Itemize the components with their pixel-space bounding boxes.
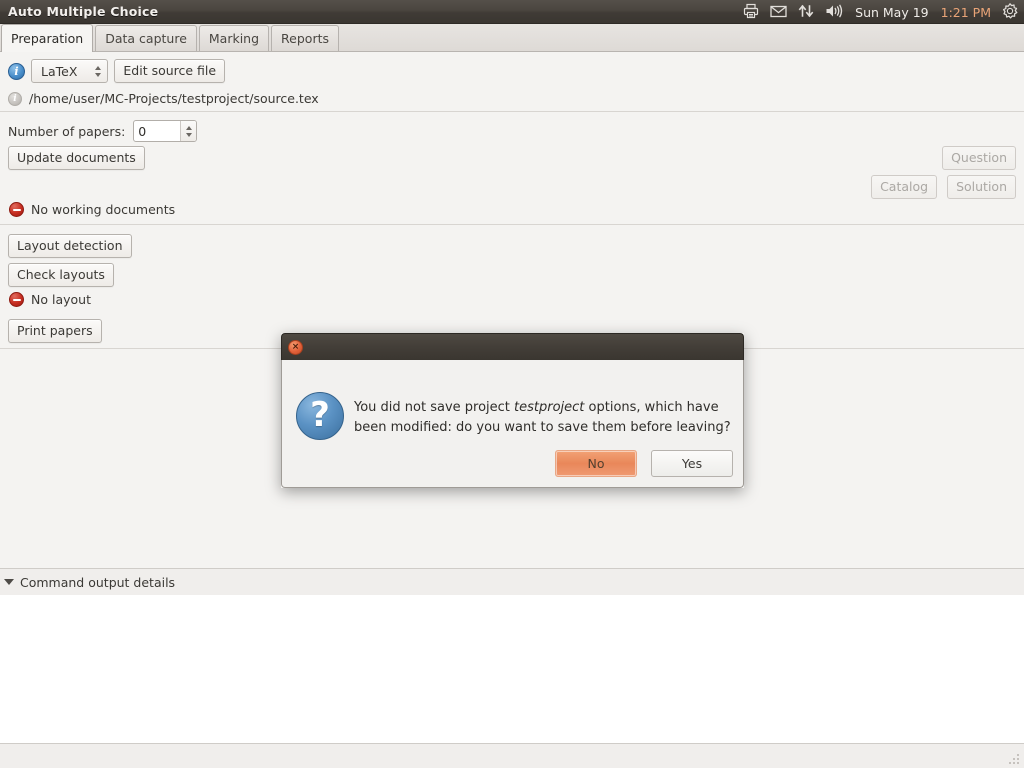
spinner-up-icon[interactable] bbox=[185, 125, 192, 130]
check-layouts-row: Check layouts bbox=[8, 263, 114, 287]
tabbar-filler bbox=[341, 25, 1024, 51]
no-button[interactable]: No bbox=[555, 450, 637, 477]
check-layouts-button[interactable]: Check layouts bbox=[8, 263, 114, 287]
preparation-panel: i LaTeX Edit source file i /home/user/MC… bbox=[0, 52, 1024, 568]
window-title: Auto Multiple Choice bbox=[8, 4, 159, 19]
layout-detection-button[interactable]: Layout detection bbox=[8, 234, 132, 258]
main-tabbar: Preparation Data capture Marking Reports bbox=[0, 24, 1024, 52]
resize-grip-icon[interactable] bbox=[1005, 750, 1021, 766]
dialog-message-project: testproject bbox=[514, 400, 585, 415]
edit-source-file-button[interactable]: Edit source file bbox=[114, 59, 226, 83]
tab-preparation[interactable]: Preparation bbox=[1, 24, 94, 52]
papers-spinner[interactable] bbox=[133, 120, 198, 142]
yes-button[interactable]: Yes bbox=[651, 450, 733, 477]
tab-marking[interactable]: Marking bbox=[198, 25, 270, 51]
print-papers-row: Print papers bbox=[8, 319, 102, 343]
source-path-label: /home/user/MC-Projects/testproject/sourc… bbox=[29, 91, 319, 106]
source-format-row: i LaTeX Edit source file bbox=[8, 59, 226, 83]
print-papers-button[interactable]: Print papers bbox=[8, 319, 102, 343]
update-documents-row: Update documents bbox=[8, 146, 145, 170]
layout-status-label: No layout bbox=[31, 292, 91, 307]
status-bar bbox=[0, 743, 1024, 768]
printer-icon[interactable] bbox=[743, 3, 759, 22]
tray-time[interactable]: 1:21 PM bbox=[941, 5, 991, 20]
question-button[interactable]: Question bbox=[942, 146, 1016, 170]
window-titlebar: Auto Multiple Choice Sun May 19 1:21 PM bbox=[0, 0, 1024, 24]
source-format-value: LaTeX bbox=[41, 63, 78, 79]
catalog-button[interactable]: Catalog bbox=[871, 175, 938, 199]
tray-date[interactable]: Sun May 19 bbox=[854, 5, 929, 20]
question-button-row: Question bbox=[942, 146, 1016, 170]
triangle-down-icon[interactable] bbox=[4, 579, 14, 585]
source-path-row: i /home/user/MC-Projects/testproject/sou… bbox=[8, 91, 319, 106]
mail-icon[interactable] bbox=[770, 3, 787, 22]
tab-data-capture[interactable]: Data capture bbox=[95, 25, 197, 51]
source-format-select[interactable]: LaTeX bbox=[31, 59, 109, 83]
no-entry-icon bbox=[9, 292, 24, 307]
application-window: Auto Multiple Choice Sun May 19 1:21 PM … bbox=[0, 0, 1024, 768]
no-entry-icon bbox=[9, 202, 24, 217]
solution-button[interactable]: Solution bbox=[947, 175, 1016, 199]
update-documents-button[interactable]: Update documents bbox=[8, 146, 145, 170]
spinner-down-icon[interactable] bbox=[185, 132, 192, 137]
papers-row: Number of papers: bbox=[8, 120, 198, 142]
layout-status-row: No layout bbox=[9, 292, 91, 307]
volume-icon[interactable] bbox=[825, 3, 843, 22]
working-documents-status-row: No working documents bbox=[9, 202, 175, 217]
command-output-expander[interactable]: Command output details bbox=[0, 568, 1024, 595]
catalog-solution-row: Catalog Solution bbox=[871, 175, 1016, 199]
info-small-icon: i bbox=[8, 91, 22, 106]
network-icon[interactable] bbox=[798, 3, 814, 22]
dialog-message-part1: You did not save project bbox=[354, 400, 515, 415]
dialog-message: You did not save project testproject opt… bbox=[354, 398, 734, 438]
question-icon: ? bbox=[296, 392, 344, 440]
working-documents-status-label: No working documents bbox=[31, 202, 176, 217]
close-icon[interactable]: × bbox=[288, 339, 303, 355]
tab-reports[interactable]: Reports bbox=[271, 25, 339, 51]
dialog-body: ? You did not save project testproject o… bbox=[281, 360, 744, 488]
papers-input[interactable] bbox=[134, 121, 181, 141]
papers-label: Number of papers: bbox=[8, 123, 126, 139]
separator-2 bbox=[0, 224, 1024, 225]
command-output-label: Command output details bbox=[20, 574, 176, 590]
chevron-updown-icon bbox=[95, 65, 102, 77]
system-tray: Sun May 19 1:21 PM bbox=[743, 0, 1018, 24]
papers-spinner-buttons[interactable] bbox=[180, 121, 197, 141]
dialog-titlebar: × bbox=[281, 333, 744, 360]
power-gear-icon[interactable] bbox=[1002, 2, 1018, 22]
separator-1 bbox=[0, 111, 1024, 112]
dialog-buttons: No Yes bbox=[555, 450, 733, 477]
layout-detection-row: Layout detection bbox=[8, 234, 132, 258]
save-options-dialog: × ? You did not save project testproject… bbox=[281, 333, 744, 488]
info-icon[interactable]: i bbox=[8, 62, 25, 80]
command-output-area bbox=[0, 595, 1024, 743]
